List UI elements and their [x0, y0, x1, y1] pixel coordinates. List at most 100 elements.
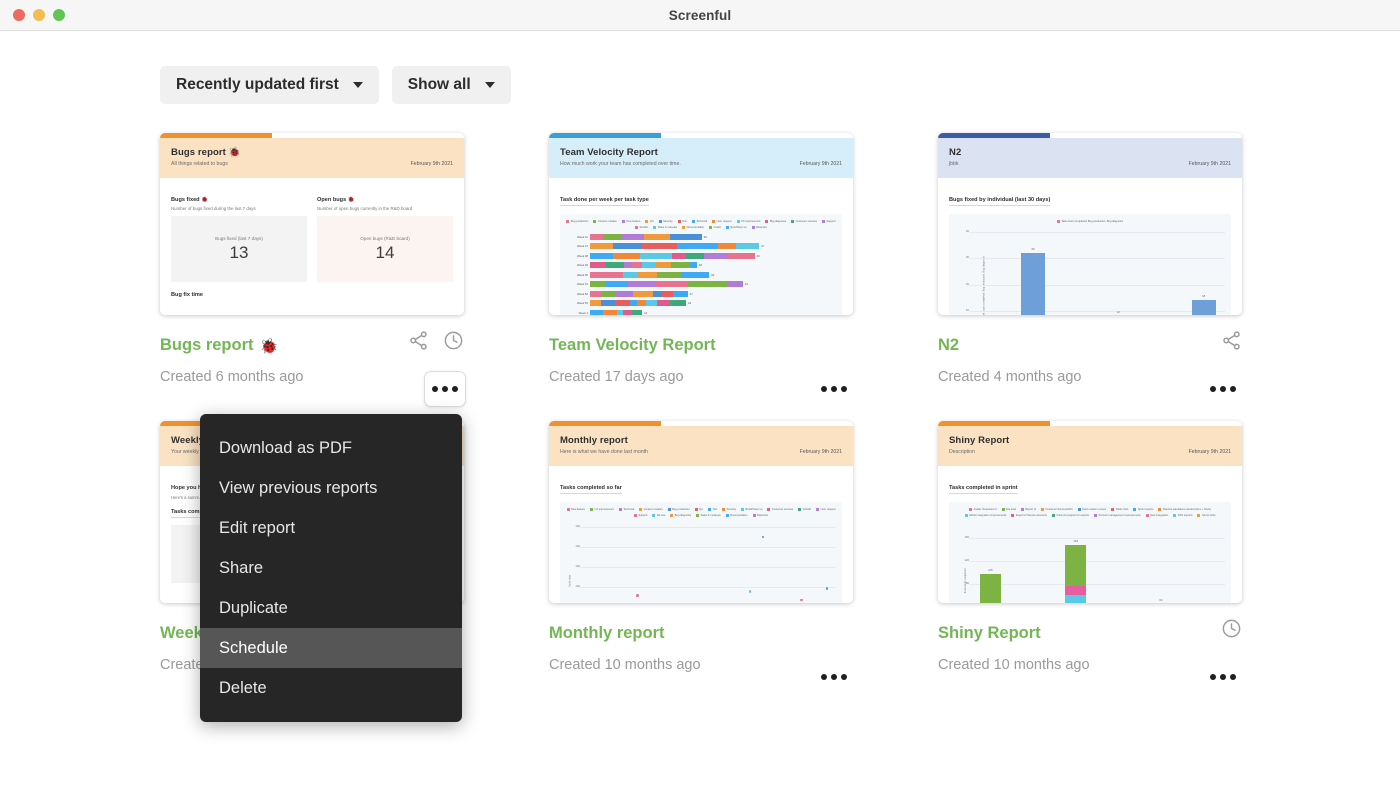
legend-label: Coach	[714, 226, 722, 229]
report-thumbnail[interactable]: Shiny Report Description February 9th 20…	[938, 421, 1242, 603]
dot	[432, 386, 438, 392]
thumbnail-date: February 9th 2021	[411, 161, 453, 167]
share-icon[interactable]	[408, 330, 429, 351]
report-menu-wrapper	[813, 659, 855, 695]
legend-swatch	[753, 514, 756, 517]
legend-swatch	[566, 220, 569, 223]
report-created-date: Created 4 months ago	[938, 369, 1242, 385]
dot	[1210, 674, 1216, 680]
more-options-button[interactable]	[424, 371, 466, 407]
report-title[interactable]: N2	[938, 336, 1242, 355]
bar-segment	[606, 262, 624, 268]
legend-label: Account management improvements	[1098, 514, 1140, 517]
legend-label: Sales & mockups	[701, 514, 721, 517]
report-title[interactable]: Shiny Report	[938, 624, 1242, 643]
legend-item: Technical	[692, 220, 707, 223]
bar-segment	[704, 253, 727, 259]
legend-label: Bots/Power up	[746, 508, 763, 511]
legend-swatch	[969, 508, 972, 511]
legend-item: Retention	[753, 514, 769, 517]
context-menu-item[interactable]: Edit report	[200, 508, 462, 548]
more-options-button[interactable]	[1202, 659, 1244, 695]
bar-segment	[670, 234, 701, 240]
legend-swatch	[1021, 508, 1024, 511]
legend-item: Bots/Power up	[741, 508, 762, 511]
bar-category-label: Week 47	[564, 244, 588, 248]
legend-item: Technical	[619, 508, 634, 511]
report-thumbnail[interactable]: Monthly report Here is what we have done…	[549, 421, 853, 603]
dot	[841, 386, 847, 392]
report-title-text: N2	[938, 336, 959, 355]
bar-segment	[640, 253, 672, 259]
context-menu-item[interactable]: Share	[200, 548, 462, 588]
kpi-value: 13	[230, 243, 249, 263]
share-icon[interactable]	[1221, 330, 1242, 351]
legend-item: Customer success	[791, 220, 817, 223]
filter-dropdown-label: Show all	[408, 76, 471, 94]
bar-category-label: Week 41	[564, 235, 588, 239]
more-options-button[interactable]	[813, 371, 855, 407]
legend-label: Reports standalone window (Dev + Tests)	[1163, 508, 1211, 511]
thumbnail-date: February 9th 2021	[1189, 449, 1231, 455]
filter-dropdown[interactable]: Show all	[392, 66, 511, 104]
legend-item: Export of Service accounts	[1011, 514, 1046, 517]
legend-label: User request	[717, 220, 732, 223]
legend-item: Content creation	[639, 508, 663, 511]
context-menu-item[interactable]: Schedule	[200, 628, 462, 668]
legend-item: User request	[712, 220, 731, 223]
context-menu-item-label: Share	[219, 559, 263, 578]
legend-swatch	[622, 220, 625, 223]
report-icon-row	[1221, 618, 1242, 639]
context-menu-item[interactable]: Delete	[200, 668, 462, 708]
bar-value-label: 27	[690, 292, 693, 296]
legend-item: Support	[822, 220, 836, 223]
legend-item: Epic/Zoom up	[726, 226, 747, 229]
legend-item: QA	[645, 220, 653, 223]
thumbnail-header: Bugs report 🐞 All things related to bugs…	[160, 138, 464, 178]
clock-icon[interactable]	[1221, 618, 1242, 639]
report-title[interactable]: Team Velocity Report	[549, 336, 853, 355]
more-options-button[interactable]	[813, 659, 855, 695]
legend-label: Bug production	[672, 508, 689, 511]
report-thumbnail[interactable]: Team Velocity Report How much work your …	[549, 133, 853, 315]
context-menu-item-label: Download as PDF	[219, 439, 352, 458]
bar-segment	[606, 281, 628, 287]
report-meta: N2 Created 4 months ago	[938, 315, 1242, 385]
chart-point	[749, 590, 752, 593]
legend-item: New feature	[622, 220, 641, 223]
bar-segment	[590, 272, 623, 278]
legend-label: Bug diagnosis	[770, 220, 786, 223]
report-thumbnail[interactable]: Bugs report 🐞 All things related to bugs…	[160, 133, 464, 315]
context-menu-item[interactable]: View previous reports	[200, 468, 462, 508]
window-title: Screenful	[0, 8, 1400, 23]
legend-swatch	[1146, 514, 1149, 517]
bar-segment	[623, 272, 637, 278]
legend-swatch	[791, 220, 794, 223]
dot	[821, 386, 827, 392]
legend-label: UX improvement	[595, 508, 614, 511]
context-menu-item-label: Edit report	[219, 519, 295, 538]
legend-item: Sprint reports	[1133, 508, 1153, 511]
bar-segment	[601, 300, 614, 306]
report-card: N2 jbbk February 9th 2021Bugs fixed by i…	[938, 133, 1242, 385]
legend-label: Retention	[757, 514, 768, 517]
legend-item: Bug diagnosis	[765, 220, 786, 223]
report-thumbnail[interactable]: N2 jbbk February 9th 2021Bugs fixed by i…	[938, 133, 1242, 315]
legend-swatch	[593, 220, 596, 223]
sort-dropdown[interactable]: Recently updated first	[160, 66, 379, 104]
legend-swatch	[737, 220, 740, 223]
legend-item: File load	[1002, 508, 1016, 511]
more-options-button[interactable]	[1202, 371, 1244, 407]
report-menu-wrapper	[813, 371, 855, 407]
legend-label: UX improvement	[741, 220, 760, 223]
report-title[interactable]: Monthly report	[549, 624, 853, 643]
legend-swatch	[678, 220, 681, 223]
bar-segment	[656, 281, 689, 287]
thumbnail-header: Monthly report Here is what we have done…	[549, 426, 853, 466]
legend-label: New feature	[626, 220, 640, 223]
clock-icon[interactable]	[443, 330, 464, 351]
thumbnail-heading: Bugs report 🐞	[171, 147, 453, 158]
dot	[1230, 674, 1236, 680]
context-menu-item[interactable]: Duplicate	[200, 588, 462, 628]
context-menu-item[interactable]: Download as PDF	[200, 428, 462, 468]
